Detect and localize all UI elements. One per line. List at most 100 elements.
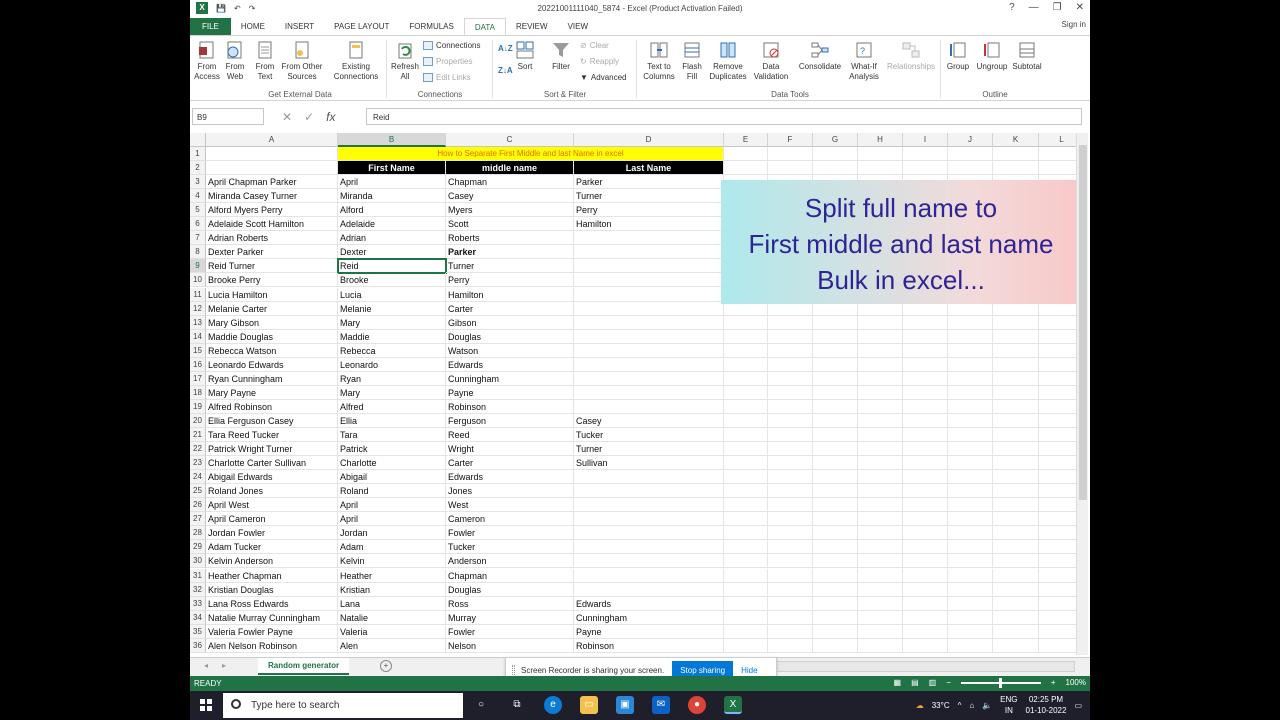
last-name-cell[interactable] [574,259,724,274]
middle-name-cell[interactable]: Edwards [446,357,574,372]
cell[interactable] [993,540,1039,555]
cell[interactable] [813,329,858,344]
cell[interactable] [724,526,768,541]
full-name-cell[interactable]: Lucia Hamilton [206,287,338,302]
cell[interactable] [813,399,858,414]
cancel-icon[interactable]: ✕ [282,110,292,124]
cell[interactable] [903,540,948,555]
column-header-i[interactable]: I [903,133,948,147]
last-name-cell[interactable] [574,357,724,372]
cell[interactable] [903,470,948,485]
full-name-cell[interactable]: April Chapman Parker [206,175,338,190]
first-name-cell[interactable]: Ryan [338,371,446,386]
middle-name-cell[interactable]: Wright [446,442,574,457]
tray-chevron-icon[interactable]: ^ [958,701,962,710]
cell[interactable] [724,343,768,358]
from-other-sources-button[interactable]: From Other Sources [280,40,324,82]
full-name-cell[interactable]: Roland Jones [206,484,338,499]
first-name-cell[interactable]: Dexter [338,245,446,260]
full-name-cell[interactable]: Mary Gibson [206,315,338,330]
first-name-cell[interactable]: Maddie [338,329,446,344]
last-name-cell[interactable]: Payne [574,624,724,639]
cell[interactable] [948,582,993,597]
cell[interactable] [724,413,768,428]
full-name-cell[interactable]: Alfred Robinson [206,399,338,414]
cell[interactable] [724,610,768,625]
cell[interactable] [903,413,948,428]
row-header[interactable]: 12 [190,301,206,316]
last-name-cell[interactable]: Perry [574,203,724,218]
cell[interactable] [858,512,903,527]
row-header[interactable]: 16 [190,357,206,372]
first-name-cell[interactable]: April [338,498,446,513]
cell[interactable] [724,638,768,653]
last-name-cell[interactable] [574,540,724,555]
first-name-cell[interactable]: Valeria [338,624,446,639]
column-header-e[interactable]: E [724,133,768,147]
cell[interactable] [858,161,903,176]
middle-name-cell[interactable]: Murray [446,610,574,625]
cell[interactable] [768,540,813,555]
row-header[interactable]: 6 [190,217,206,232]
vertical-scrollbar[interactable] [1076,133,1088,655]
cell[interactable] [903,428,948,443]
cell[interactable] [768,399,813,414]
cell[interactable] [858,568,903,583]
cell[interactable] [993,554,1039,569]
cell[interactable] [858,526,903,541]
cell[interactable] [948,371,993,386]
cell[interactable] [948,610,993,625]
cell[interactable] [858,638,903,653]
row-header[interactable]: 30 [190,554,206,569]
middle-name-cell[interactable]: West [446,498,574,513]
row-header[interactable]: 28 [190,526,206,541]
tab-page-layout[interactable]: PAGE LAYOUT [324,18,399,35]
full-name-cell[interactable]: Rebecca Watson [206,343,338,358]
row-header[interactable]: 14 [190,329,206,344]
cell[interactable] [858,624,903,639]
chrome-icon[interactable]: ● [688,696,706,714]
first-name-cell[interactable]: Charlotte [338,456,446,471]
cell[interactable] [993,385,1039,400]
row-header[interactable]: 19 [190,399,206,414]
data-validation-button[interactable]: Data Validation [750,40,792,82]
cell[interactable] [858,442,903,457]
middle-name-cell[interactable]: Anderson [446,554,574,569]
cell[interactable] [724,498,768,513]
cell[interactable] [206,161,338,176]
cell[interactable] [903,498,948,513]
normal-view-icon[interactable]: ▦ [894,678,902,687]
cell[interactable] [993,596,1039,611]
formula-input[interactable]: Reid [366,108,1082,125]
cell[interactable] [768,470,813,485]
middle-name-cell[interactable]: Cameron [446,512,574,527]
first-name-cell[interactable]: Alford [338,203,446,218]
edge-icon[interactable]: e [544,696,562,714]
cell[interactable] [1039,540,1080,555]
what-if-analysis-button[interactable]: ? What-If Analysis [846,40,882,82]
cell[interactable] [903,610,948,625]
cell[interactable] [993,413,1039,428]
last-name-cell[interactable]: Parker [574,175,724,190]
cell[interactable] [724,512,768,527]
cell[interactable] [948,385,993,400]
file-explorer-icon[interactable]: ▭ [580,696,598,714]
weather-temp[interactable]: 33°C [932,701,950,710]
first-name-cell[interactable]: Kelvin [338,554,446,569]
cell[interactable] [1039,583,1080,597]
cell[interactable] [1039,498,1080,513]
cell[interactable] [1039,597,1080,611]
cell[interactable] [768,624,813,639]
cell[interactable] [1039,358,1080,372]
middle-name-cell[interactable]: Tucker [446,540,574,555]
sheet-tab-random-generator[interactable]: Random generator [258,658,350,675]
middle-name-cell[interactable]: Douglas [446,582,574,597]
cell[interactable] [1039,344,1080,358]
cell[interactable] [813,343,858,358]
task-view-icon[interactable]: ⧉ [508,696,526,714]
cell[interactable] [858,540,903,555]
column-header-j[interactable]: J [948,133,993,147]
cell[interactable] [993,456,1039,471]
minimize-button[interactable]: — [1029,2,1039,13]
first-name-cell[interactable]: April [338,512,446,527]
